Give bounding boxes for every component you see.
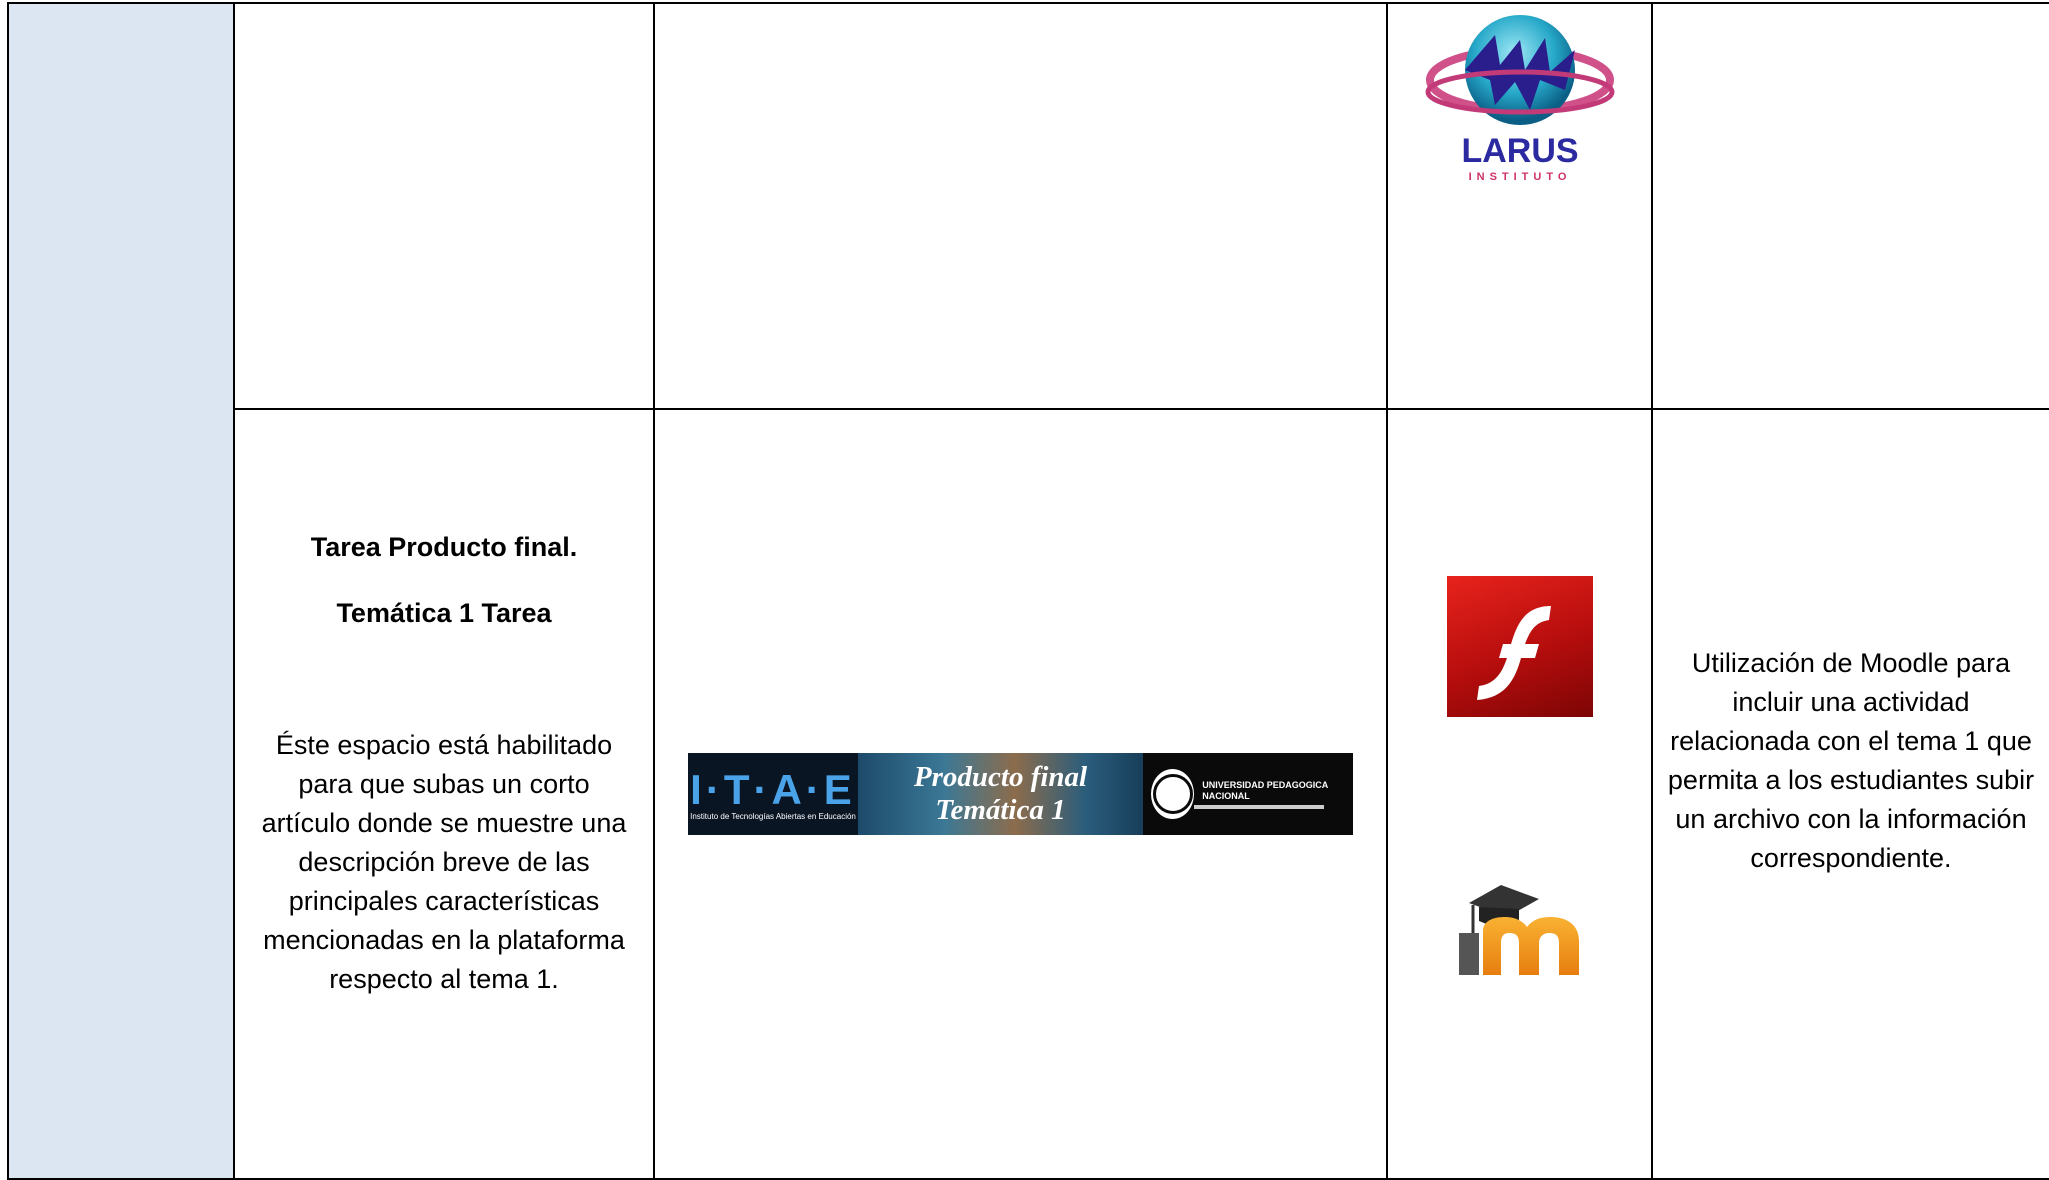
itae-brand: I·T·A·E <box>690 765 856 813</box>
course-design-table: LARUS INSTITUTO Tarea Producto final. Te… <box>7 2 2049 1180</box>
flash-icon <box>1446 576 1593 717</box>
row1-resource-cell <box>653 2 1388 410</box>
svg-text:INSTITUTO: INSTITUTO <box>1468 171 1571 183</box>
table-row: LARUS INSTITUTO <box>7 2 2049 1180</box>
row2-description-cell: Utilización de Moodle para incluir una a… <box>1651 408 2049 1180</box>
banner-line-1: Producto final <box>913 761 1088 793</box>
row2-activity-cell: Tarea Producto final. Temática 1 Tarea É… <box>233 408 655 1180</box>
moodle-description: Utilización de Moodle para incluir una a… <box>1667 648 2035 873</box>
row2-tool-cell <box>1386 408 1653 1180</box>
task-description: Éste espacio está habilitado para que su… <box>261 730 627 994</box>
task-title: Tarea Producto final. <box>310 532 578 562</box>
row1-description-cell <box>1651 2 2049 410</box>
university-seal-icon <box>1151 769 1195 819</box>
product-banner: I·T·A·E Instituto de Tecnologías Abierta… <box>688 753 1353 835</box>
side-column <box>7 2 235 1180</box>
larus-logo: LARUS INSTITUTO <box>1425 15 1614 183</box>
banner-line-2: Temática 1 <box>935 794 1066 826</box>
moodle-icon <box>1458 885 1579 975</box>
document-page: LARUS INSTITUTO Tarea Producto final. Te… <box>0 0 2049 1180</box>
task-subtitle: Temática 1 Tarea <box>336 598 552 628</box>
row1-tool-cell: LARUS INSTITUTO <box>1386 2 1653 410</box>
row1-activity-cell <box>233 2 655 410</box>
svg-text:LARUS: LARUS <box>1461 132 1578 170</box>
table-row: Tarea Producto final. Temática 1 Tarea É… <box>8 408 2049 1180</box>
university-name: UNIVERSIDAD PEDAGOGICA NACIONAL <box>1202 779 1328 801</box>
itae-caption: Instituto de Tecnologías Abiertas en Edu… <box>690 811 856 821</box>
row2-resource-cell: I·T·A·E Instituto de Tecnologías Abierta… <box>653 408 1388 1180</box>
